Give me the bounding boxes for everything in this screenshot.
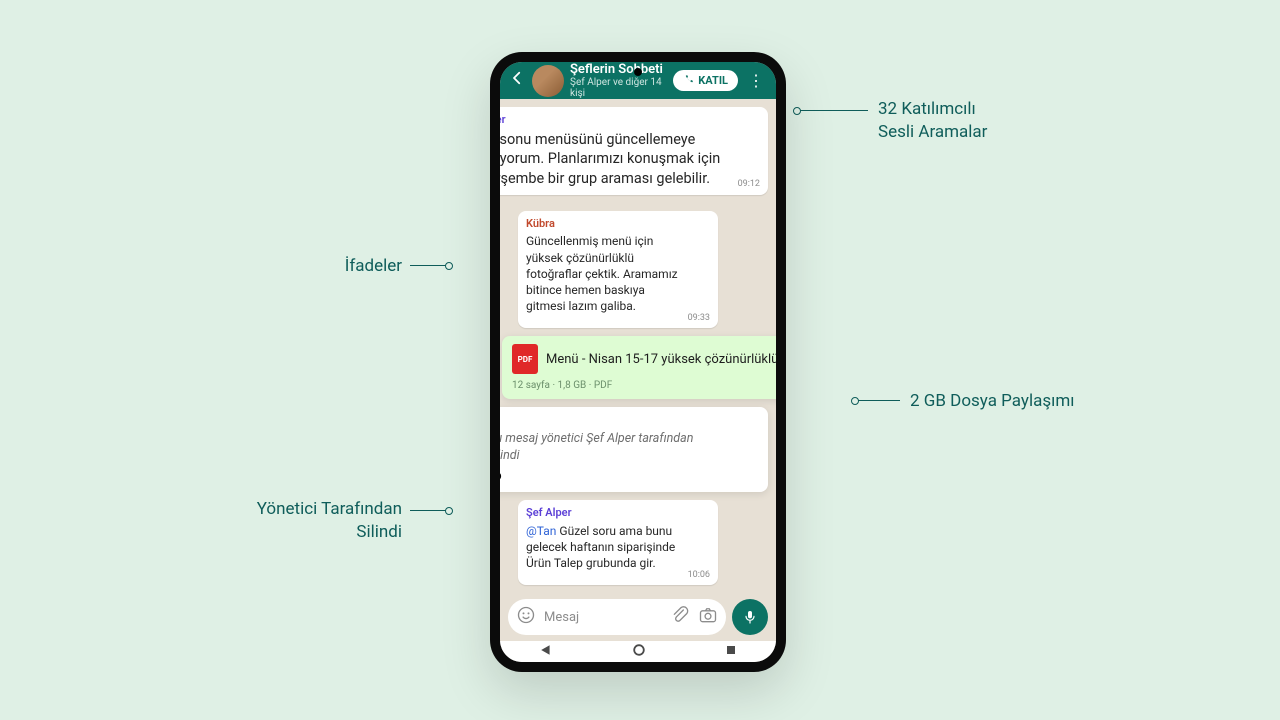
chat-subtitle: Şef Alper ve diğer 14 kişi — [570, 77, 667, 99]
deleted-text: Bu mesaj yönetici Şef Alper tarafından s… — [500, 431, 758, 465]
message-bubble[interactable]: Kübra Güncellenmiş menü için yüksek çözü… — [518, 211, 718, 329]
chat-title: Şeflerin Sohbeti — [570, 62, 667, 77]
leader-reactions — [410, 265, 446, 266]
file-name: Menü - Nisan 15-17 yüksek çözünürlüklü — [546, 352, 776, 367]
nav-recent-icon[interactable] — [726, 645, 736, 658]
message-time: 09:33 — [688, 312, 710, 324]
message-bubble[interactable]: Şef Alper Hafta sonu menüsünü güncelleme… — [500, 107, 768, 195]
message-sender: Tan — [500, 415, 758, 428]
chat-area: Şef Alper Hafta sonu menüsünü güncelleme… — [500, 99, 776, 593]
message-text: @Tan Güzel soru ama bunu gelecek haftanı… — [526, 523, 710, 580]
pdf-icon: PDF — [512, 344, 538, 374]
camera-icon[interactable] — [698, 605, 718, 629]
nav-home-icon[interactable] — [633, 644, 645, 659]
android-nav-bar — [500, 641, 776, 662]
leader-admin-deleted — [410, 510, 446, 511]
annotation-admin-deleted: Yönetici Tarafından Silindi — [257, 498, 402, 544]
mic-button[interactable] — [732, 599, 768, 635]
front-camera — [634, 68, 642, 76]
message-input[interactable]: Mesaj — [508, 599, 726, 635]
mention[interactable]: @Tan — [526, 524, 556, 538]
file-meta: 12 sayfa · 1,8 GB · PDF — [512, 380, 612, 393]
annotation-file-sharing: 2 GB Dosya Paylaşımı — [910, 390, 1074, 413]
message-sender: Kübra — [526, 217, 710, 232]
leader-file-sharing — [858, 400, 900, 401]
input-placeholder: Mesaj — [544, 610, 662, 625]
phone-icon — [683, 75, 694, 86]
emoji-icon[interactable] — [516, 605, 536, 629]
message-bubble[interactable]: Şef Alper @Tan Güzel soru ama bunu gelec… — [518, 500, 718, 585]
app-screen: Şeflerin Sohbeti Şef Alper ve diğer 14 k… — [500, 62, 776, 662]
leader-voice-calls — [800, 110, 868, 111]
attach-icon[interactable] — [670, 605, 690, 629]
join-call-button[interactable]: KATIL — [673, 70, 738, 91]
mic-icon — [742, 609, 758, 625]
message-input-bar: Mesaj — [500, 593, 776, 641]
message-time: 10:06 — [688, 569, 710, 581]
file-attachment-bubble[interactable]: PDF Menü - Nisan 15-17 yüksek çözünürlük… — [502, 336, 776, 399]
message-text: Güncellenmiş menü için yüksek çözünürlük… — [526, 233, 710, 322]
annotation-voice-calls: 32 Katılımcılı Sesli Aramalar — [878, 98, 987, 144]
header-titles[interactable]: Şeflerin Sohbeti Şef Alper ve diğer 14 k… — [570, 62, 667, 99]
group-avatar[interactable] — [532, 65, 564, 97]
more-options-button[interactable]: ⋮ — [744, 71, 768, 90]
phone-mockup: Şeflerin Sohbeti Şef Alper ve diğer 14 k… — [490, 52, 786, 672]
message-sender: Şef Alper — [500, 113, 760, 128]
nav-back-icon[interactable] — [540, 644, 552, 659]
join-label: KATIL — [698, 74, 728, 87]
message-sender: Şef Alper — [526, 506, 710, 521]
deleted-message-bubble[interactable]: Tan Bu mesaj yönetici Şef Alper tarafınd… — [500, 407, 768, 492]
back-button[interactable] — [508, 69, 526, 92]
message-text: Hafta sonu menüsünü güncellemeye uğraşıy… — [500, 130, 760, 189]
message-time: 09:12 — [738, 178, 760, 190]
message-time: 10:06 — [500, 465, 758, 484]
annotation-reactions: İfadeler — [345, 255, 402, 278]
